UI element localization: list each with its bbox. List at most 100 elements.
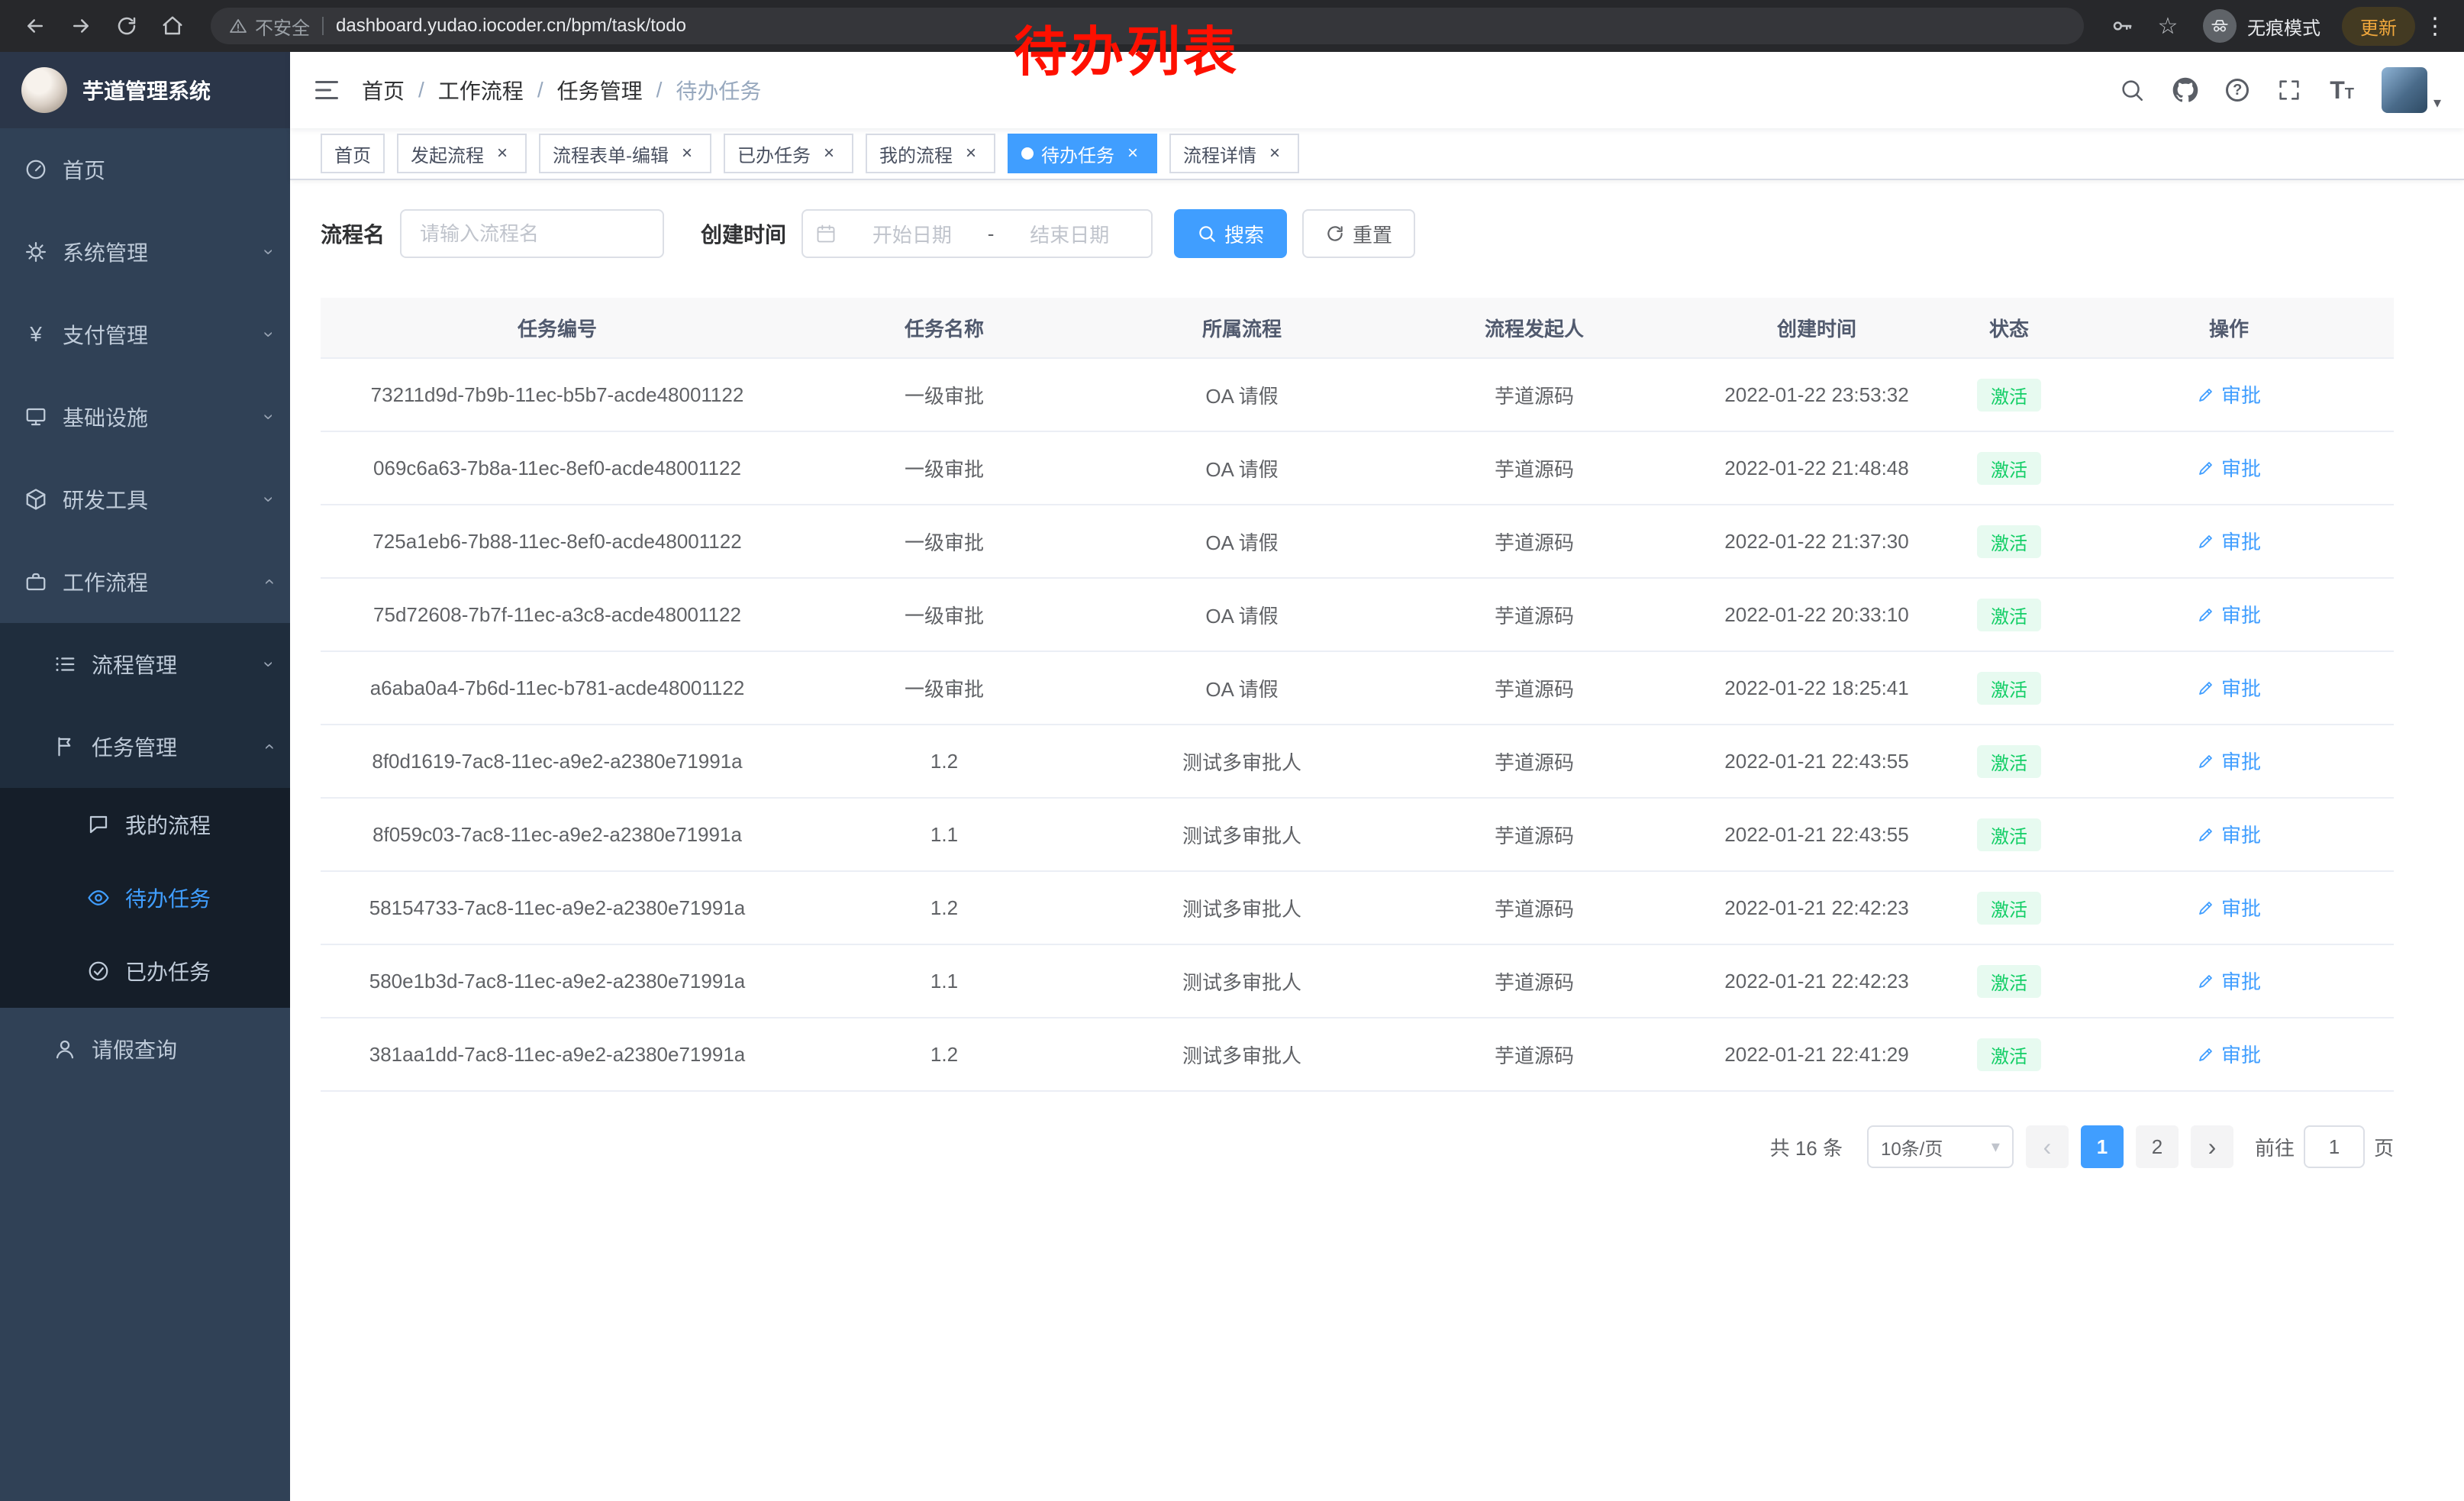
sidebar-item-dev-tools[interactable]: 研发工具 › <box>0 458 290 541</box>
reset-button[interactable]: 重置 <box>1302 209 1415 258</box>
approve-label: 审批 <box>2221 673 2261 702</box>
password-key-icon[interactable] <box>2102 6 2142 46</box>
cell-process: 测试多审批人 <box>1095 747 1389 776</box>
cell-create-time: 2022-01-22 23:53:32 <box>1679 383 1954 407</box>
table-row: 725a1eb6-7b88-11ec-8ef0-acde48001122 一级审… <box>321 505 2394 579</box>
sidebar-item-done-tasks[interactable]: 已办任务 <box>0 934 290 1008</box>
browser-menu-icon[interactable] <box>2421 13 2449 40</box>
back-icon[interactable] <box>15 6 55 46</box>
forward-icon[interactable] <box>61 6 101 46</box>
sidebar-item-todo-tasks[interactable]: 待办任务 <box>0 861 290 934</box>
cell-task-id: 58154733-7ac8-11ec-a9e2-a2380e71991a <box>321 896 794 920</box>
page-button-2[interactable]: 2 <box>2136 1125 2179 1168</box>
breadcrumb-item[interactable]: 首页 <box>362 75 405 105</box>
cell-actions: 审批 <box>2064 380 2394 409</box>
tab-home[interactable]: 首页 <box>321 134 385 173</box>
breadcrumb-item[interactable]: 任务管理 <box>557 75 643 105</box>
sidebar-item-label: 支付管理 <box>63 319 148 350</box>
prev-page-button[interactable] <box>2026 1125 2069 1168</box>
tab-done-tasks[interactable]: 已办任务 <box>724 134 853 173</box>
sidebar-item-process-management[interactable]: 流程管理 › <box>0 623 290 705</box>
close-icon[interactable] <box>676 143 698 164</box>
breadcrumb-item[interactable]: 工作流程 <box>438 75 524 105</box>
chevron-down-icon: › <box>258 249 279 255</box>
refresh-icon[interactable] <box>107 6 147 46</box>
column-header-process: 所属流程 <box>1095 314 1389 342</box>
breadcrumb-separator: / <box>537 78 543 102</box>
security-warning[interactable]: 不安全 <box>229 13 310 40</box>
end-date-placeholder: 结束日期 <box>1000 220 1139 248</box>
cell-process: 测试多审批人 <box>1095 821 1389 849</box>
close-icon[interactable] <box>1122 143 1143 164</box>
sidebar-item-label: 基础设施 <box>63 402 148 432</box>
cell-initiator: 芋道源码 <box>1389 821 1679 849</box>
goto-page-input[interactable] <box>2304 1125 2365 1168</box>
sidebar-item-my-process[interactable]: 我的流程 <box>0 788 290 861</box>
cell-actions: 审批 <box>2064 673 2394 702</box>
cell-task-id: 069c6a63-7b8a-11ec-8ef0-acde48001122 <box>321 457 794 480</box>
sidebar-item-home[interactable]: 首页 <box>0 128 290 211</box>
github-icon[interactable] <box>2172 77 2198 103</box>
sidebar-item-system[interactable]: 系统管理 › <box>0 211 290 293</box>
cell-create-time: 2022-01-22 21:48:48 <box>1679 457 1954 480</box>
sidebar-item-infrastructure[interactable]: 基础设施 › <box>0 376 290 458</box>
approve-link[interactable]: 审批 <box>2197 454 2261 482</box>
address-bar[interactable]: 不安全 dashboard.yudao.iocoder.cn/bpm/task/… <box>211 8 2084 44</box>
process-name-input[interactable] <box>400 209 664 258</box>
approve-link[interactable]: 审批 <box>2197 1040 2261 1068</box>
tab-my-process[interactable]: 我的流程 <box>866 134 995 173</box>
page-button-1[interactable]: 1 <box>2081 1125 2124 1168</box>
cell-create-time: 2022-01-21 22:43:55 <box>1679 823 1954 847</box>
cell-status: 激活 <box>1954 379 2064 412</box>
search-button[interactable]: 搜索 <box>1174 209 1287 258</box>
approve-link[interactable]: 审批 <box>2197 967 2261 995</box>
edit-pen-icon <box>2197 825 2215 844</box>
approve-link[interactable]: 审批 <box>2197 820 2261 848</box>
tab-label: 待办任务 <box>1041 140 1114 167</box>
tab-process-form-edit[interactable]: 流程表单-编辑 <box>539 134 711 173</box>
fullscreen-icon[interactable] <box>2276 77 2302 103</box>
approve-link[interactable]: 审批 <box>2197 380 2261 408</box>
sidebar-item-task-management[interactable]: 任务管理 › <box>0 705 290 788</box>
tab-todo-tasks[interactable]: 待办任务 <box>1008 134 1157 173</box>
cell-task-id: 73211d9d-7b9b-11ec-b5b7-acde48001122 <box>321 383 794 407</box>
approve-link[interactable]: 审批 <box>2197 527 2261 555</box>
help-icon[interactable] <box>2226 79 2249 102</box>
update-button[interactable]: 更新 <box>2342 7 2415 46</box>
breadcrumb-separator: / <box>418 78 424 102</box>
approve-link[interactable]: 审批 <box>2197 893 2261 922</box>
gear-icon <box>24 240 47 263</box>
search-icon[interactable] <box>2119 77 2145 103</box>
sidebar-toggle-icon[interactable] <box>313 76 340 104</box>
status-badge: 激活 <box>1977 745 2041 778</box>
approve-link[interactable]: 审批 <box>2197 673 2261 702</box>
cell-actions: 审批 <box>2064 893 2394 922</box>
home-icon[interactable] <box>153 6 192 46</box>
next-page-button[interactable] <box>2191 1125 2233 1168</box>
sidebar-item-workflow[interactable]: 工作流程 › <box>0 541 290 623</box>
navbar-tools <box>2119 67 2441 113</box>
close-icon[interactable] <box>818 143 840 164</box>
tab-process-detail[interactable]: 流程详情 <box>1169 134 1299 173</box>
font-size-icon[interactable] <box>2330 76 2354 105</box>
cell-task-name: 1.1 <box>794 970 1095 993</box>
close-icon[interactable] <box>492 143 513 164</box>
column-header-initiator: 流程发起人 <box>1389 314 1679 342</box>
edit-pen-icon <box>2197 386 2215 404</box>
approve-link[interactable]: 审批 <box>2197 600 2261 628</box>
close-icon[interactable] <box>1264 143 1285 164</box>
logo-avatar <box>21 67 67 113</box>
close-icon[interactable] <box>960 143 982 164</box>
bookmark-star-icon[interactable] <box>2148 6 2188 46</box>
sidebar-item-payment[interactable]: ¥ 支付管理 › <box>0 293 290 376</box>
approve-link[interactable]: 审批 <box>2197 747 2261 775</box>
page-size-select[interactable]: 10条/页 <box>1867 1125 2014 1168</box>
sidebar-item-label: 系统管理 <box>63 237 148 267</box>
table-body: 73211d9d-7b9b-11ec-b5b7-acde48001122 一级审… <box>321 359 2394 1092</box>
date-range-picker[interactable]: 开始日期 - 结束日期 <box>801 209 1153 258</box>
user-avatar[interactable] <box>2382 67 2441 113</box>
approve-label: 审批 <box>2221 380 2261 408</box>
sidebar-item-leave-query[interactable]: 请假查询 <box>0 1008 290 1090</box>
tab-initiate-process[interactable]: 发起流程 <box>397 134 527 173</box>
tab-label: 已办任务 <box>737 140 811 167</box>
